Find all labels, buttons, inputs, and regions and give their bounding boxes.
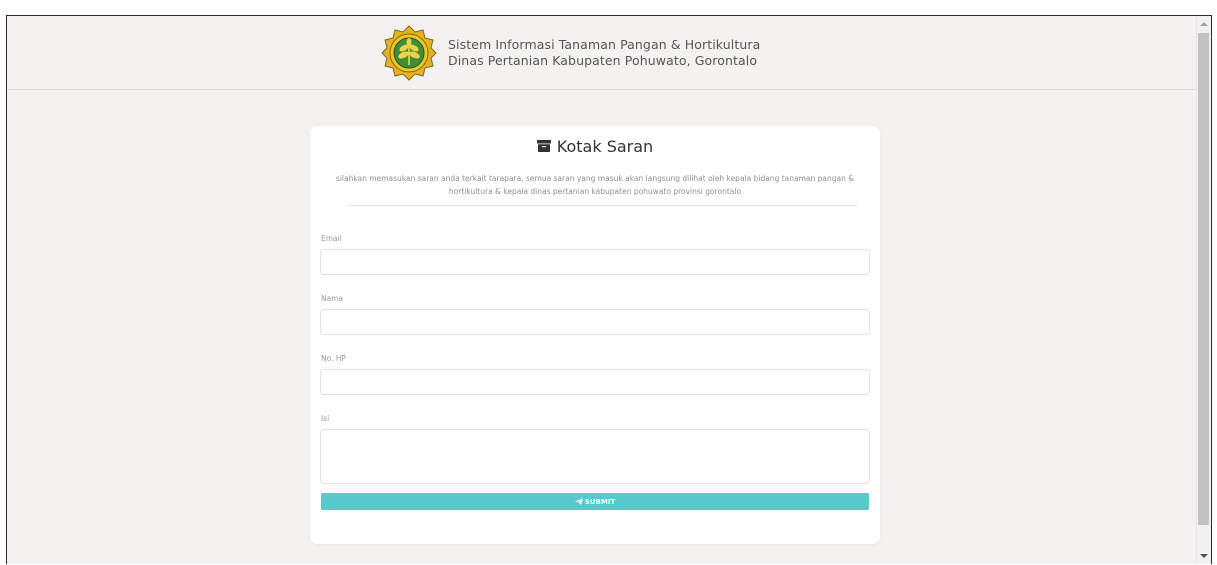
phone-label: No. HP [321,354,346,363]
name-field[interactable] [320,309,870,335]
message-textarea[interactable] [320,429,870,484]
submit-button-label: SUBMIT [584,498,616,506]
email-field[interactable] [320,249,870,275]
scrollbar-thumb[interactable] [1198,33,1209,525]
agriculture-emblem-logo [381,25,437,81]
scroll-up-arrow-icon[interactable] [1200,22,1208,26]
scroll-down-arrow-icon[interactable] [1200,554,1208,558]
site-title-line2: Dinas Pertanian Kabupaten Pohuwato, Goro… [448,53,758,68]
submit-button[interactable]: SUBMIT [321,493,869,510]
message-label: Isi [321,414,330,423]
form-description: silahkan memasukan saran anda terkait ta… [335,174,855,196]
paper-plane-icon [574,497,583,505]
form-title-text: Kotak Saran [556,137,654,156]
site-title-line1: Sistem Informasi Tanaman Pangan & Hortik… [448,37,761,52]
phone-field[interactable] [320,369,870,395]
browser-viewport: Sistem Informasi Tanaman Pangan & Hortik… [6,15,1212,564]
divider [347,205,857,206]
email-label: Email [321,234,342,243]
suggestion-form-card: Kotak Saran silahkan memasukan saran and… [310,126,880,544]
name-label: Nama [321,294,344,303]
archive-icon [536,139,551,152]
site-title: Sistem Informasi Tanaman Pangan & Hortik… [448,37,760,69]
site-header: Sistem Informasi Tanaman Pangan & Hortik… [7,16,1197,90]
form-title: Kotak Saran [310,136,880,158]
vertical-scrollbar[interactable] [1196,16,1211,564]
